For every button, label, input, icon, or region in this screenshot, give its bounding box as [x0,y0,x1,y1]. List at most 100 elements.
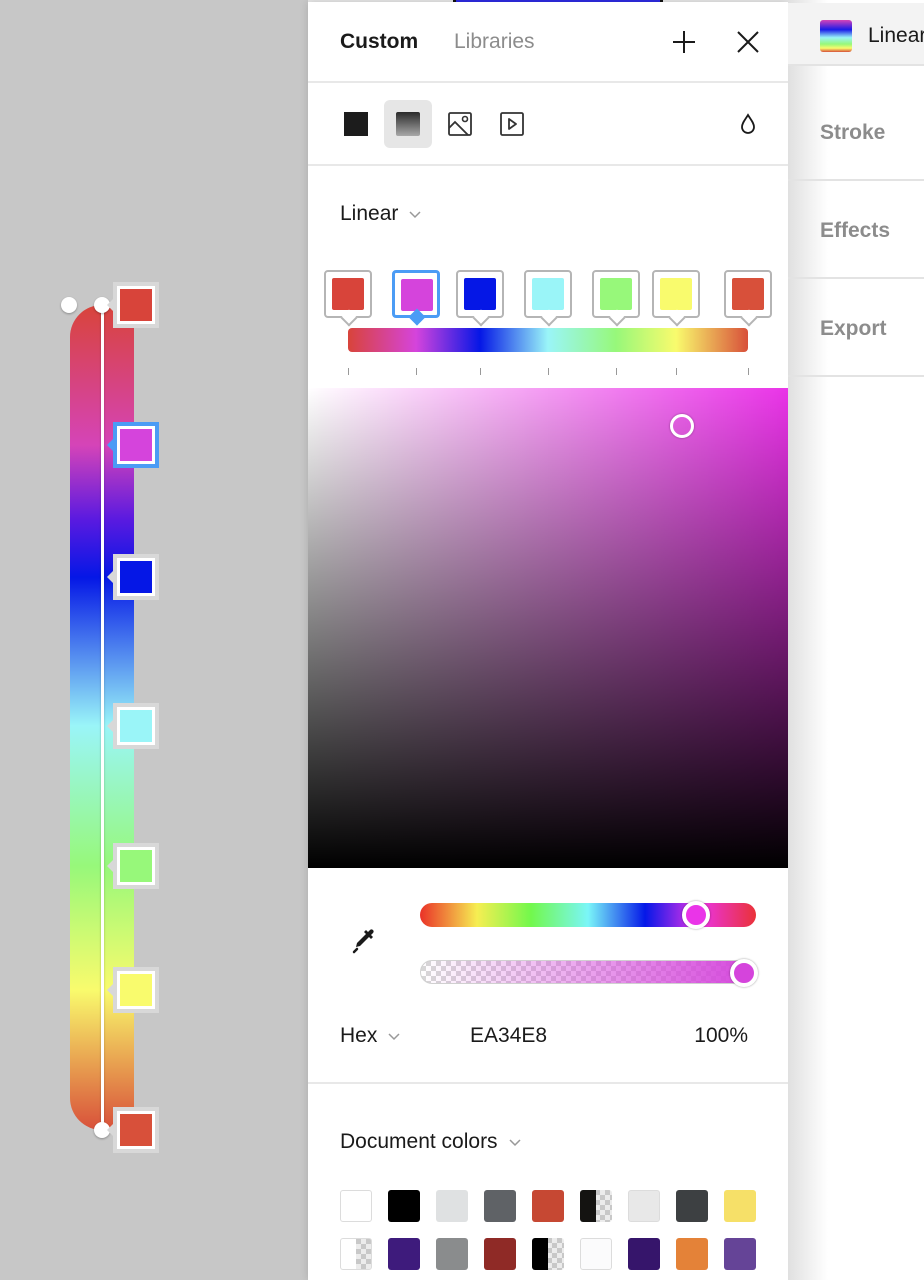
image-fill-icon [448,112,472,136]
opacity-slider-knob[interactable] [730,959,758,987]
stop-tick [616,368,617,375]
canvas-stop-swatch [117,286,155,324]
gradient-fill-button[interactable] [384,100,432,148]
gradient-type-dropdown[interactable]: Linear [340,202,422,226]
hue-slider[interactable] [420,901,756,929]
video-fill-button[interactable] [488,100,536,148]
stop-tick [748,368,749,375]
plus-icon [673,31,695,53]
gradient-preview-bar[interactable] [348,328,748,352]
document-color-swatch[interactable] [724,1190,756,1222]
gradient-width-handle[interactable] [61,297,77,313]
color-controls: Hex EA34E8 100% [308,868,788,1084]
gradient-stop[interactable] [324,270,372,318]
design-canvas[interactable] [0,0,308,1280]
effects-label[interactable]: Effects [820,219,890,243]
document-color-swatch[interactable] [388,1238,420,1270]
gradient-stop[interactable] [392,270,440,318]
gradient-stop[interactable] [724,270,772,318]
opacity-input[interactable]: 100% [694,1024,748,1048]
document-color-swatch[interactable] [436,1238,468,1270]
hex-input[interactable]: EA34E8 [470,1024,547,1048]
document-color-swatch[interactable] [628,1238,660,1270]
gradient-stop-swatch [464,278,496,310]
color-mode-label: Hex [340,1024,378,1047]
add-style-button[interactable] [670,28,698,56]
stroke-label[interactable]: Stroke [820,121,885,145]
canvas-gradient-stop[interactable] [107,282,159,328]
document-colors-section: Document colors [308,1084,788,1280]
blend-mode-button[interactable] [724,100,772,148]
gradient-stop-swatch [332,278,364,310]
document-color-swatch[interactable] [340,1190,372,1222]
chevron-down-icon [409,211,421,219]
solid-fill-button[interactable] [332,100,380,148]
hue-slider-knob[interactable] [681,901,710,929]
solid-fill-icon [344,112,368,136]
close-button[interactable] [734,28,762,56]
close-icon [737,31,759,53]
document-color-swatch[interactable] [532,1238,564,1270]
canvas-stop-swatch [117,1111,155,1149]
document-color-swatch[interactable] [676,1190,708,1222]
gradient-stop[interactable] [652,270,700,318]
saturation-brightness-field[interactable] [308,388,788,868]
document-color-swatch[interactable] [436,1190,468,1222]
effects-section[interactable]: Effects [788,181,924,279]
document-color-swatch[interactable] [388,1190,420,1222]
document-colors-dropdown[interactable]: Document colors [340,1130,522,1154]
document-color-swatch[interactable] [628,1190,660,1222]
stop-tick [548,368,549,375]
canvas-stop-swatch [117,706,155,745]
document-color-swatch[interactable] [484,1190,516,1222]
gradient-stop[interactable] [524,270,572,318]
paint-type-row [308,83,788,166]
gradient-direction-line[interactable] [101,305,104,1130]
gradient-stop-swatch [600,278,632,310]
eyedropper-button[interactable] [348,926,380,958]
canvas-gradient-stop[interactable] [107,843,159,889]
color-picker-panel: Custom Libraries Linear Hex EA34E8 100% … [308,2,788,1280]
document-color-swatch[interactable] [340,1238,372,1270]
gradient-stop-swatch [401,279,433,311]
fill-swatch[interactable] [820,20,852,52]
gradient-stop-swatch [660,278,692,310]
tab-libraries[interactable]: Libraries [454,30,535,54]
stroke-section[interactable]: Stroke [788,83,924,181]
stop-tick [348,368,349,375]
document-color-swatch[interactable] [580,1190,612,1222]
chevron-down-icon [388,1033,400,1041]
gradient-stop-row [308,270,788,320]
image-fill-button[interactable] [436,100,484,148]
document-colors-grid [340,1190,756,1270]
document-color-swatch[interactable] [532,1190,564,1222]
color-mode-dropdown[interactable]: Hex [340,1024,401,1048]
canvas-gradient-stop[interactable] [107,966,159,1013]
chevron-down-icon [509,1139,521,1147]
fill-row[interactable]: Linear [788,3,924,66]
fill-type-label: Linear [868,24,924,47]
canvas-stop-swatch [117,426,155,465]
gradient-stop-swatch [532,278,564,310]
gradient-fill-icon [396,112,420,136]
stop-tick [676,368,677,375]
black-overlay [308,388,788,868]
document-color-swatch[interactable] [484,1238,516,1270]
gradient-stop-swatch [732,278,764,310]
export-section[interactable]: Export [788,279,924,377]
canvas-stop-swatch [117,970,155,1009]
tab-custom[interactable]: Custom [340,30,418,54]
gradient-stop[interactable] [592,270,640,318]
export-label[interactable]: Export [820,317,887,341]
opacity-slider[interactable] [420,959,758,987]
document-color-swatch[interactable] [724,1238,756,1270]
document-color-swatch[interactable] [676,1238,708,1270]
gradient-stop[interactable] [456,270,504,318]
canvas-gradient-stop[interactable] [107,1107,159,1153]
gradient-type-label: Linear [340,202,399,225]
document-color-swatch[interactable] [580,1238,612,1270]
canvas-gradient-stop[interactable] [107,554,159,601]
stop-tick [480,368,481,375]
canvas-gradient-stop[interactable] [107,702,159,749]
canvas-gradient-stop[interactable] [107,422,159,469]
